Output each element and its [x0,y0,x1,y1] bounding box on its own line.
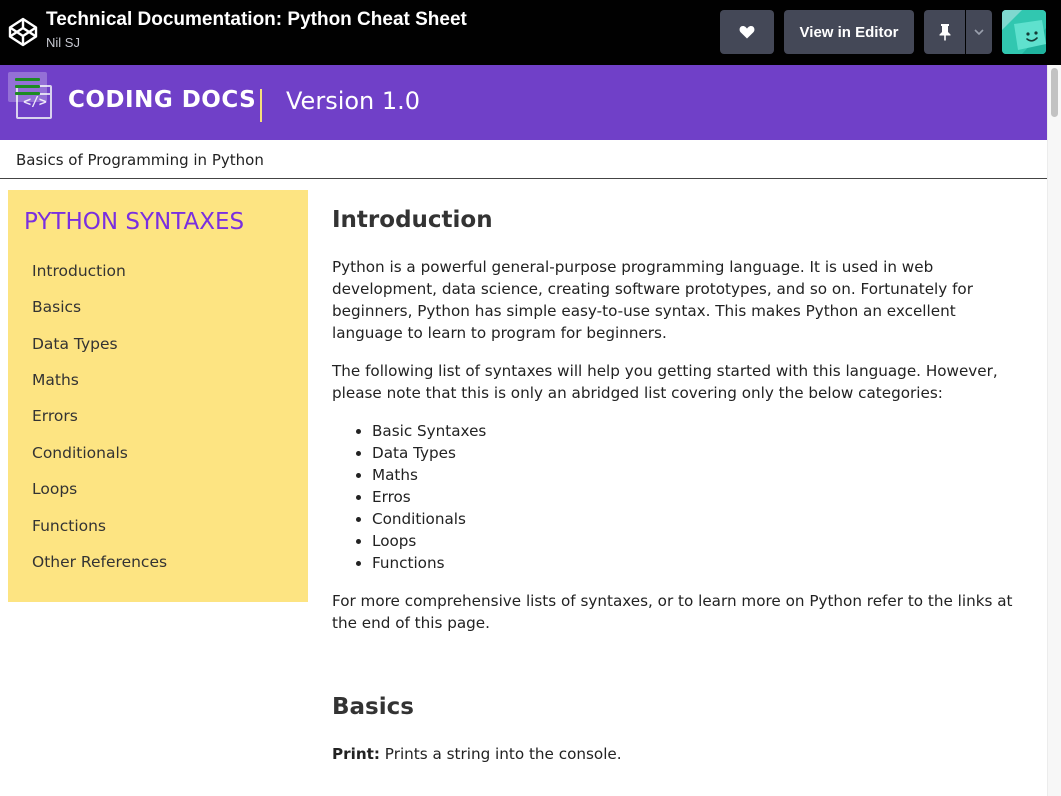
menu-icon[interactable] [8,72,47,102]
site-header: </> CODING DOCS Version 1.0 [0,65,1047,140]
scrollbar-thumb[interactable] [1051,68,1058,117]
intro-paragraph-3: For more comprehensive lists of syntaxes… [332,592,1013,632]
list-item: Conditionals [372,508,486,530]
intro-paragraph-1: Python is a powerful general-purpose pro… [332,258,973,342]
site-brand: CODING DOCS [68,87,257,113]
list-item: Basic Syntaxes [372,420,486,442]
sidebar-title: PYTHON SYNTAXES [24,209,245,235]
chevron-down-icon [974,29,984,35]
nav-link-data-types[interactable]: Data Types [32,335,118,353]
category-list: Basic Syntaxes Data Types Maths Erros Co… [372,420,486,574]
print-description: Prints a string into the console. [379,745,622,763]
smiley-avatar [1002,10,1046,54]
pin-icon [939,24,950,41]
section-heading-basics: Basics [332,694,414,720]
nav-link-introduction[interactable]: Introduction [32,262,126,280]
list-item: Erros [372,486,486,508]
basics-print-paragraph: Print: Prints a string into the console. [332,743,1017,765]
nav-link-conditionals[interactable]: Conditionals [32,444,128,462]
view-in-editor-button[interactable]: View in Editor [784,10,914,54]
pen-author[interactable]: Nil SJ [46,35,80,50]
nav-link-loops[interactable]: Loops [32,480,77,498]
nav-link-errors[interactable]: Errors [32,407,78,425]
pen-title: Technical Documentation: Python Cheat Sh… [46,9,467,30]
list-item: Data Types [372,442,486,464]
page-subtitle: Basics of Programming in Python [16,151,264,169]
heart-button[interactable] [720,10,774,54]
version-label: Version 1.0 [286,87,421,115]
list-item: Functions [372,552,486,574]
vertical-scrollbar[interactable] [1047,65,1061,796]
sidebar-nav: PYTHON SYNTAXES Introduction Basics Data… [8,190,308,602]
brand-separator [260,89,262,122]
section-heading-introduction: Introduction [332,207,493,233]
print-label: Print: [332,745,380,763]
list-item: Loops [372,530,486,552]
intro-paragraph-2: The following list of syntaxes will help… [332,362,998,402]
nav-link-other-references[interactable]: Other References [32,553,167,571]
heart-icon [739,26,755,39]
pin-dropdown-button[interactable] [966,10,992,54]
pin-button[interactable] [924,10,965,54]
nav-link-functions[interactable]: Functions [32,517,106,535]
nav-link-maths[interactable]: Maths [32,371,79,389]
list-item: Maths [372,464,486,486]
codepen-cube-icon[interactable] [7,16,39,48]
nav-link-basics[interactable]: Basics [32,298,81,316]
user-avatar[interactable] [1002,10,1046,54]
codepen-topbar: Technical Documentation: Python Cheat Sh… [0,0,1061,65]
subtitle-bar: Basics of Programming in Python [0,140,1047,179]
